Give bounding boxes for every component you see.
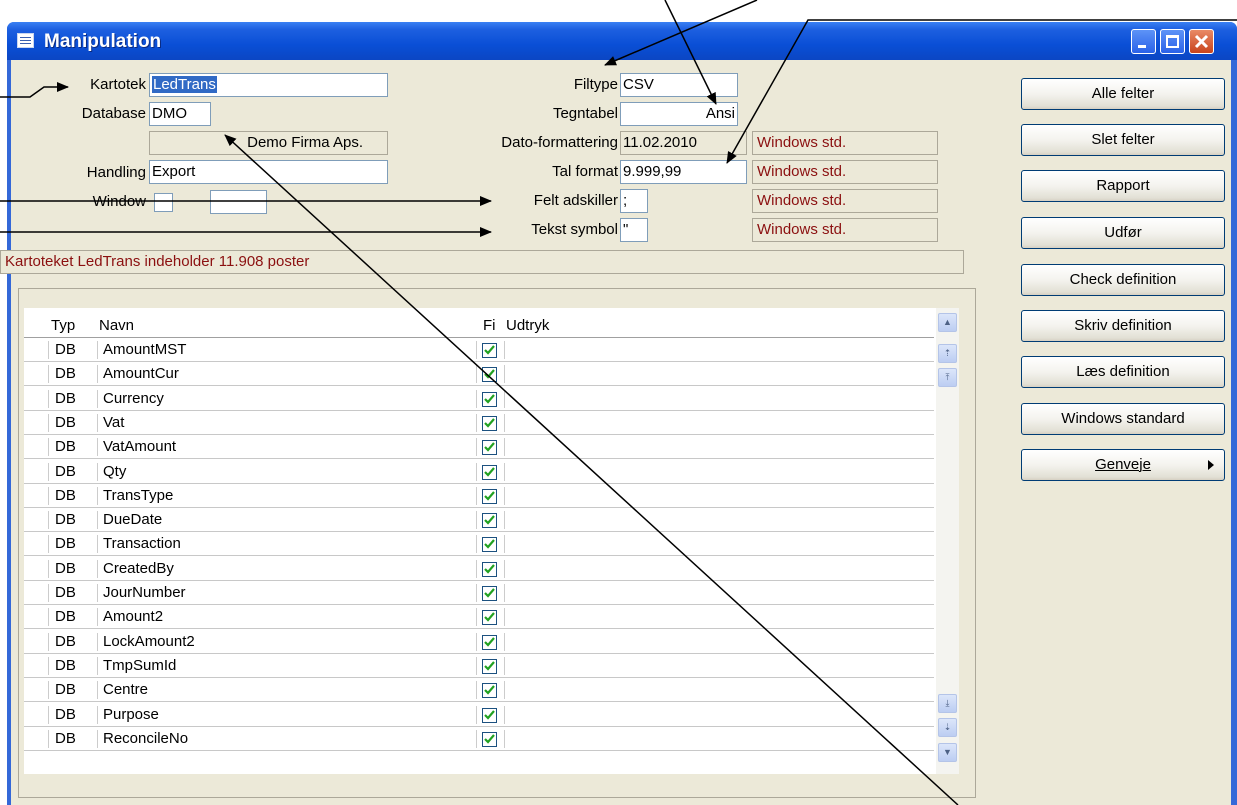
callout-arrow-kartotek bbox=[0, 82, 69, 98]
callout-arrow-company bbox=[224, 134, 959, 805]
callout-arrow-tal bbox=[726, 19, 1237, 164]
callout-arrows bbox=[0, 0, 1237, 805]
callout-arrow-tegntabel bbox=[664, 0, 717, 105]
